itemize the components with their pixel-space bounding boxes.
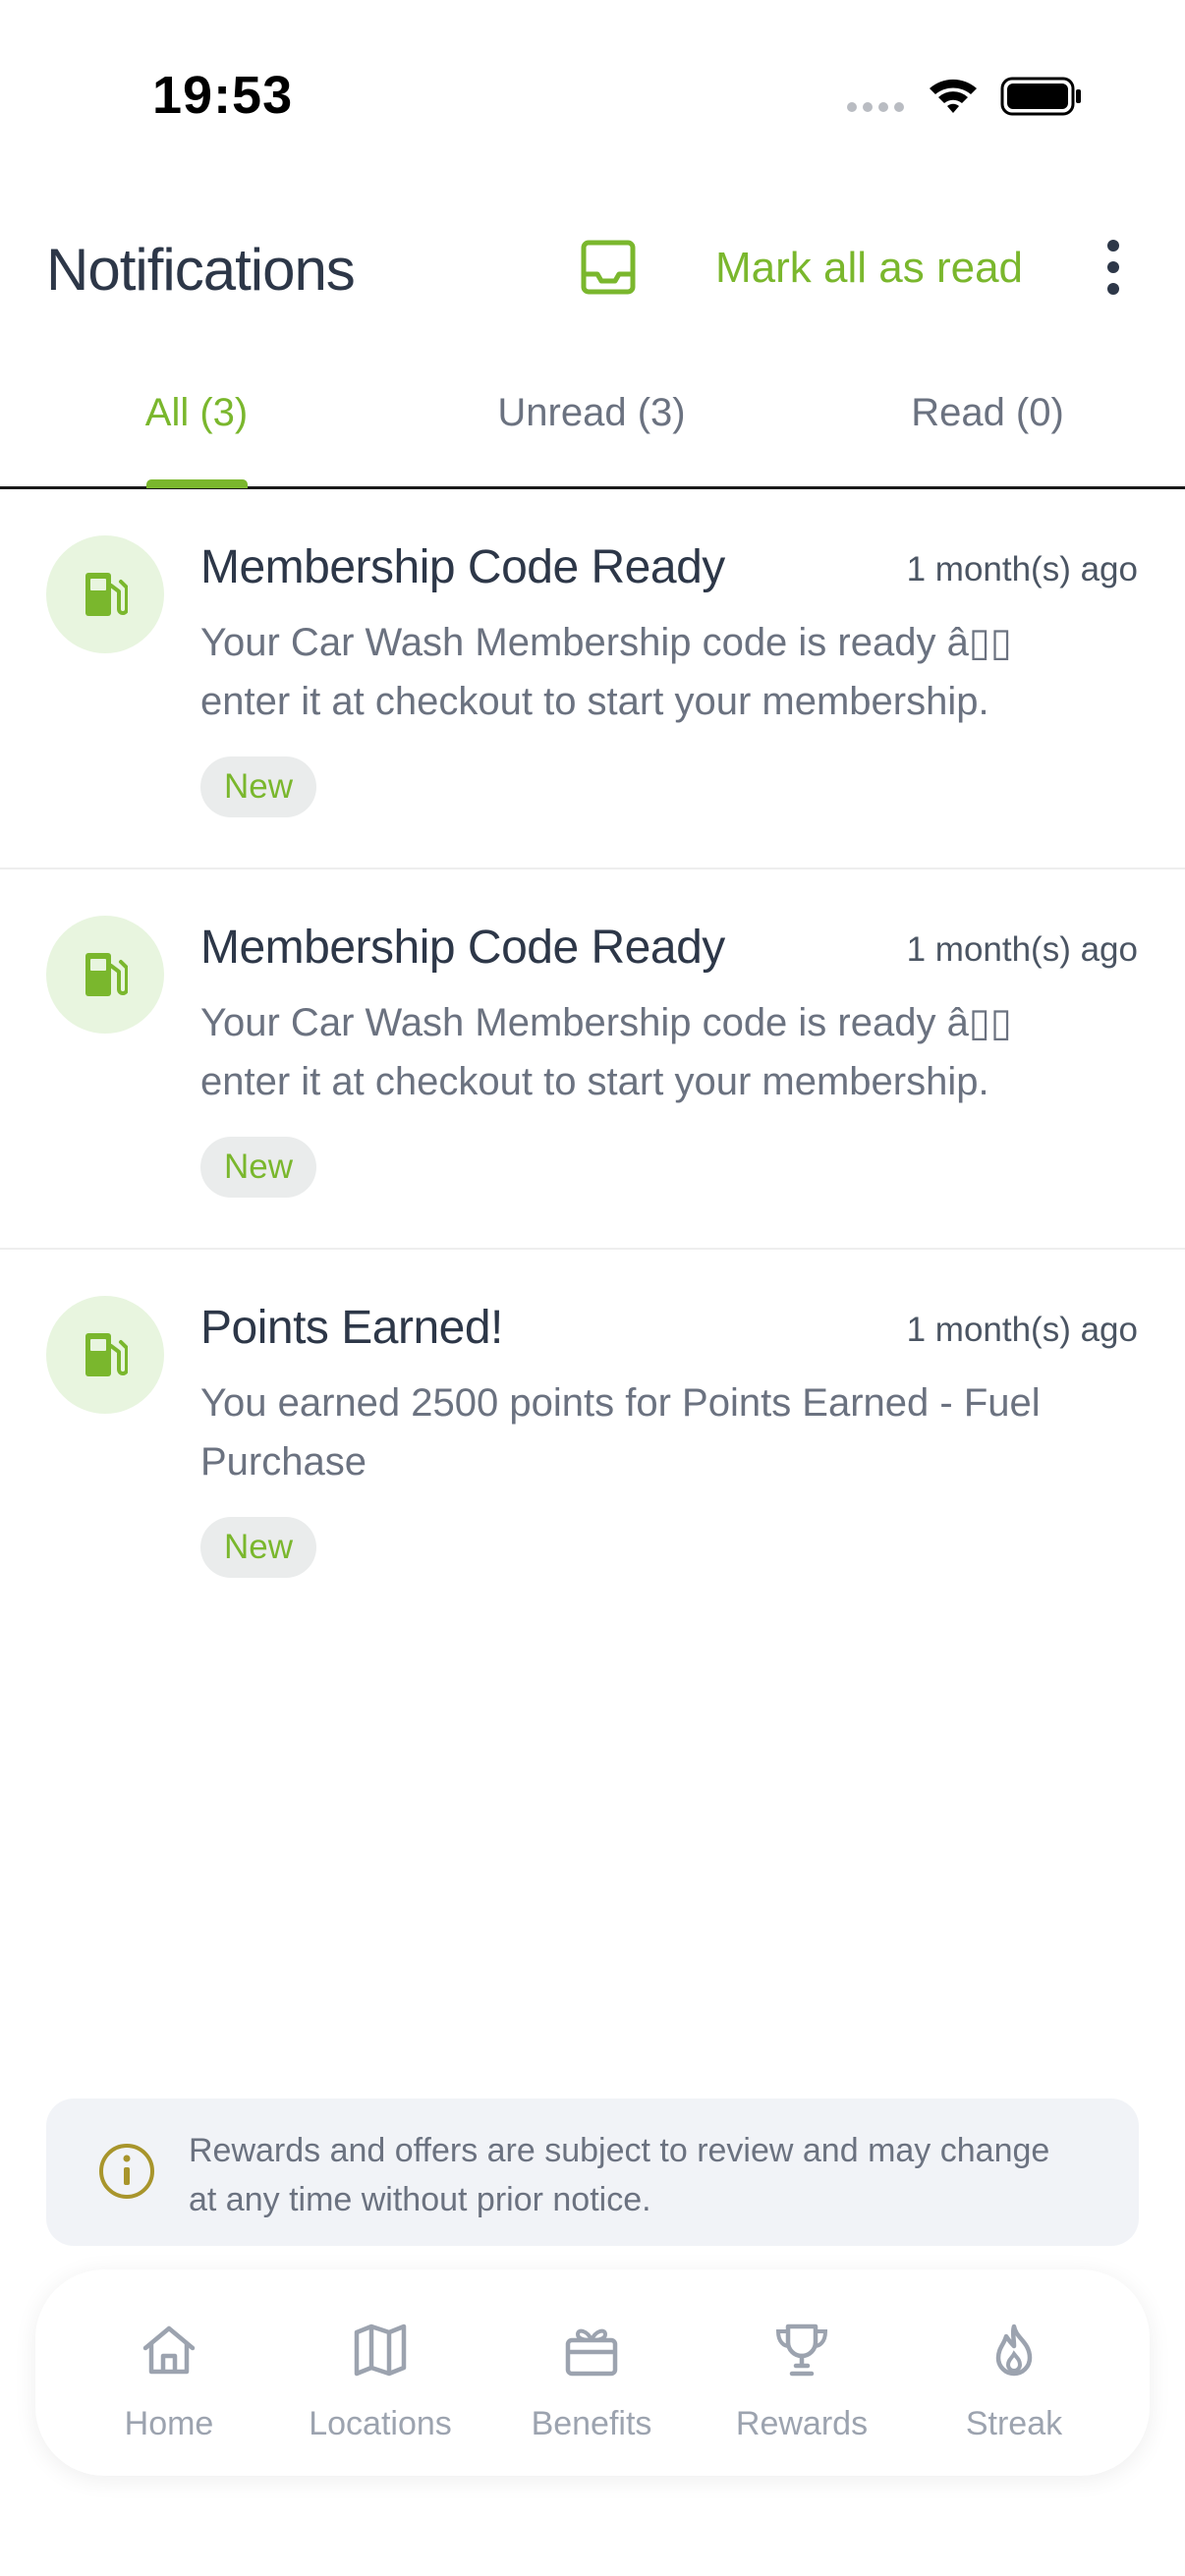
notification-title: Membership Code Ready [200,541,725,593]
mark-all-read-button[interactable]: Mark all as read [715,244,1023,293]
inbox-icon[interactable] [580,239,637,296]
nav-item-home[interactable]: Home [71,2269,267,2476]
tab-all[interactable]: All (3) [98,391,295,435]
wifi-icon [930,79,977,113]
notification-time: 1 month(s) ago [906,550,1138,588]
info-icon [99,2144,154,2199]
bottom-navigation: Home Locations Benefits Rewards Streak [35,2269,1150,2476]
active-tab-indicator [146,479,248,488]
nav-item-streak[interactable]: Streak [916,2269,1112,2476]
trophy-icon [775,2324,828,2377]
notification-avatar [46,916,164,1034]
filter-tabs: All (3) Unread (3) Read (0) [0,364,1185,489]
notification-title: Points Earned! [200,1302,503,1354]
map-icon [354,2324,407,2377]
notification-time: 1 month(s) ago [906,1311,1138,1349]
more-vertical-icon[interactable] [1091,236,1136,299]
notification-body: Your Car Wash Membership code is ready â… [200,621,1012,723]
nav-label-streak: Streak [965,2405,1063,2442]
status-badge: New [200,1137,317,1198]
status-bar: 19:53 [0,0,1185,187]
disclaimer-text: Rewards and offers are subject to review… [189,2132,1050,2218]
cellular-signal-icon [847,102,904,112]
notification-list: Membership Code Ready 1 month(s) ago You… [0,489,1185,1630]
notification-body: Your Car Wash Membership code is ready â… [200,1001,1012,1103]
nav-label-home: Home [124,2405,214,2442]
status-badge: New [200,756,317,817]
notification-avatar [46,1296,164,1414]
home-icon [142,2325,196,2375]
status-time: 19:53 [152,66,294,125]
nav-label-locations: Locations [309,2405,452,2442]
notification-avatar [46,535,164,653]
nav-item-rewards[interactable]: Rewards [704,2269,900,2476]
fuel-pump-icon [85,953,128,996]
notification-item[interactable]: Membership Code Ready 1 month(s) ago You… [0,869,1185,1250]
notification-title: Membership Code Ready [200,922,725,974]
notification-item[interactable]: Membership Code Ready 1 month(s) ago You… [0,489,1185,869]
notifications-screen: 19:53 Notifications Mark all as read All… [0,0,1185,2576]
disclaimer-banner: Rewards and offers are subject to review… [46,2099,1139,2246]
notification-item[interactable]: Points Earned! 1 month(s) ago You earned… [0,1250,1185,1630]
fuel-pump-icon [85,573,128,616]
gift-icon [565,2328,618,2377]
nav-label-rewards: Rewards [735,2405,869,2442]
status-badge: New [200,1517,317,1578]
tab-read[interactable]: Read (0) [840,391,1135,435]
nav-item-benefits[interactable]: Benefits [493,2269,690,2476]
flame-icon [995,2324,1033,2377]
notification-time: 1 month(s) ago [906,930,1138,969]
fuel-pump-icon [85,1333,128,1376]
tab-unread[interactable]: Unread (3) [444,391,739,435]
app-header: Notifications Mark all as read [0,206,1185,334]
nav-item-locations[interactable]: Locations [282,2269,479,2476]
page-title: Notifications [46,237,356,303]
nav-label-benefits: Benefits [531,2405,652,2442]
battery-icon [1000,77,1081,116]
notification-body: You earned 2500 points for Points Earned… [200,1381,1041,1484]
